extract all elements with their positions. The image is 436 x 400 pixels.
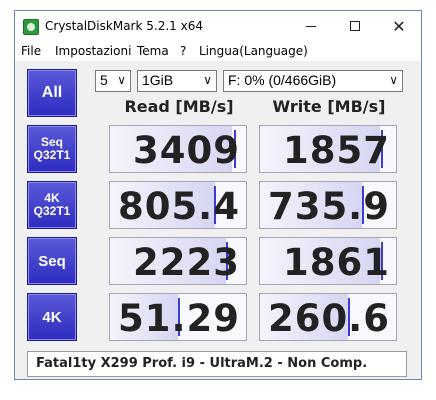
menu-bar: File Impostazioni Tema ? Lingua(Language… [15,41,421,61]
run-all-button[interactable]: All [27,69,77,117]
run-seq-button[interactable]: Seq [27,237,77,285]
test-size-select[interactable]: 1GiB ∨ [137,70,217,92]
drive-value: F: 0% (0/466GiB) [228,72,337,88]
run-4k-button[interactable]: 4K [27,293,77,341]
chevron-down-icon: ∨ [117,73,126,87]
test-size-value: 1GiB [142,72,174,88]
result-value: 735.9 [267,185,390,228]
write-column-header: Write [MB/s] [272,97,386,116]
test-count-value: 5 [100,72,108,88]
result-write-4k: 260.6 [259,293,397,341]
menu-impostazioni[interactable]: Impostazioni [55,44,131,58]
result-value: 1861 [283,241,390,284]
chevron-down-icon: ∨ [203,73,212,87]
result-value: 260.6 [267,297,390,340]
row-label-line1: 4K [42,308,62,326]
run-seq-q32t1-button[interactable]: Seq Q32T1 [27,125,77,173]
result-read-4k: 51.29 [109,293,247,341]
result-read-seq-q32t1: 3409 [109,125,247,173]
read-column-header: Read [MB/s] [124,97,234,116]
result-value: 2223 [133,241,240,284]
title-bar: CrystalDiskMark 5.2.1 x64 ✕ [15,11,421,41]
result-write-seq: 1861 [259,237,397,285]
chevron-down-icon: ∨ [389,73,398,87]
menu-file[interactable]: File [21,44,41,58]
row-label-line2: Q32T1 [33,148,71,162]
result-read-4k-q32t1: 805.4 [109,181,247,229]
drive-select[interactable]: F: 0% (0/466GiB) ∨ [223,70,403,92]
close-button[interactable]: ✕ [377,11,421,41]
result-read-seq: 2223 [109,237,247,285]
comment-field[interactable]: Fatal1ty X299 Prof. i9 - UltraM.2 - Non … [27,351,407,377]
result-write-4k-q32t1: 735.9 [259,181,397,229]
result-value: 3409 [133,129,240,172]
minimize-icon [306,25,316,27]
result-write-seq-q32t1: 1857 [259,125,397,173]
test-count-select[interactable]: 5 ∨ [95,70,131,92]
menu-tema[interactable]: Tema [137,44,169,58]
result-value: 1857 [283,129,390,172]
row-label-line1: Seq [38,252,66,270]
window-title: CrystalDiskMark 5.2.1 x64 [45,19,203,33]
result-value: 51.29 [117,297,240,340]
run-4k-q32t1-button[interactable]: 4K Q32T1 [27,181,77,229]
crystaldiskmark-icon [23,19,39,35]
maximize-button[interactable] [333,11,377,41]
benchmark-panel: All 5 ∨ 1GiB ∨ F: 0% (0/466GiB) ∨ Read [… [15,61,421,379]
minimize-button[interactable] [289,11,333,41]
result-value: 805.4 [117,185,240,228]
menu-help[interactable]: ? [180,44,186,58]
app-window: CrystalDiskMark 5.2.1 x64 ✕ File Imposta… [14,10,422,380]
menu-language[interactable]: Lingua(Language) [199,44,308,58]
maximize-icon [350,21,360,31]
row-label-line2: Q32T1 [33,204,71,218]
